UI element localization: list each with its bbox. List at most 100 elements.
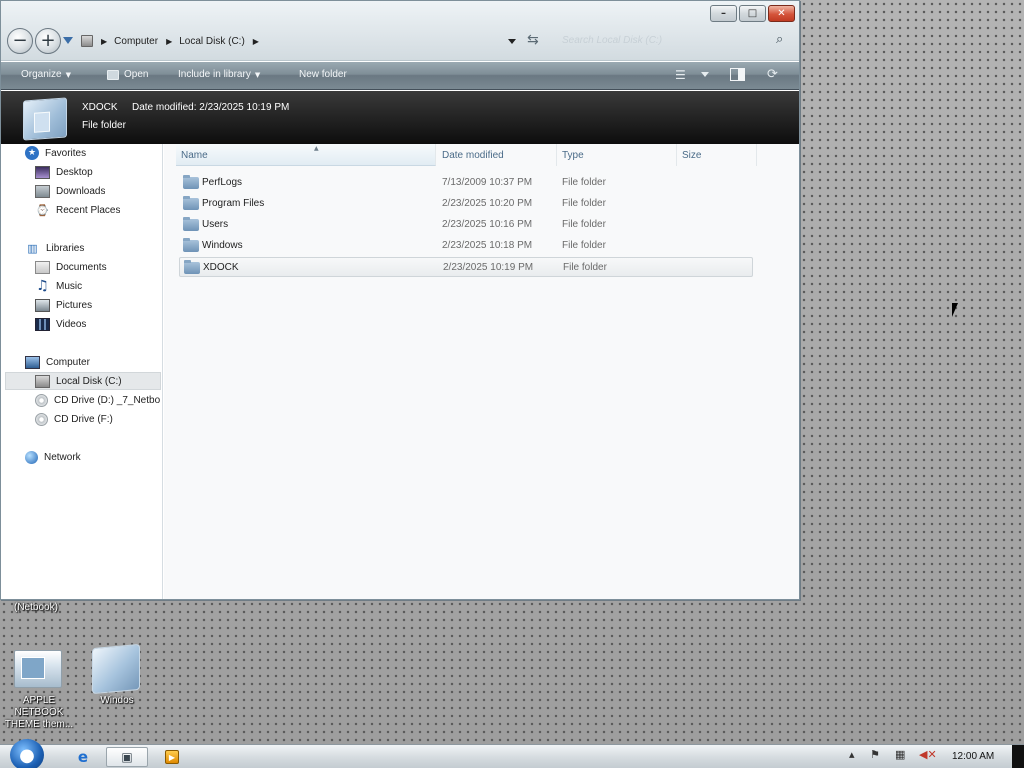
address-bar[interactable]: ▶ Computer ▶ Local Disk (C:) ▶ bbox=[79, 31, 529, 51]
start-button-apple-icon[interactable]: ● bbox=[10, 739, 44, 768]
address-dropdown-icon[interactable] bbox=[508, 39, 516, 44]
nav-label: Documents bbox=[56, 261, 107, 273]
title-bar: – □ ✕ − + ▶ Computer ▶ Local Disk (C:) ▶… bbox=[1, 1, 799, 61]
desktop-icon-label-theme[interactable]: APPLE NETBOOK THEME them... bbox=[0, 695, 78, 731]
nav-recent-places[interactable]: ⌚ Recent Places bbox=[35, 201, 121, 219]
column-header-name[interactable]: Name ▲ bbox=[176, 144, 436, 166]
file-row-windows[interactable]: Windows 2/23/2025 10:18 PM File folder bbox=[179, 236, 753, 256]
show-hidden-icons-icon[interactable]: ▴ bbox=[849, 748, 855, 761]
file-date: 7/13/2009 10:37 PM bbox=[442, 177, 533, 188]
desktop-icon-label-windos[interactable]: Windos bbox=[88, 695, 146, 707]
desktop-icon bbox=[35, 165, 50, 179]
drive-icon bbox=[81, 35, 93, 47]
folder-icon bbox=[183, 238, 199, 252]
folder-icon bbox=[183, 217, 199, 231]
search-input[interactable]: Search Local Disk (C:) bbox=[554, 30, 794, 52]
taskbar-explorer-button[interactable]: ▣ bbox=[106, 747, 148, 767]
file-type: File folder bbox=[563, 262, 607, 273]
nav-computer[interactable]: Computer bbox=[25, 353, 90, 371]
sort-ascending-icon: ▲ bbox=[314, 145, 319, 152]
file-type: File folder bbox=[562, 177, 606, 188]
clock[interactable]: 12:00 AM bbox=[952, 751, 994, 762]
media-player-icon[interactable]: ▶ bbox=[163, 747, 181, 767]
nav-music[interactable]: ♫ Music bbox=[35, 277, 82, 295]
cd-drive-icon bbox=[35, 393, 48, 407]
volume-muted-icon[interactable]: ◀✕ bbox=[919, 748, 937, 761]
file-row-program-files[interactable]: Program Files 2/23/2025 10:20 PM File fo… bbox=[179, 194, 753, 214]
organize-button[interactable]: Organize ▼ bbox=[21, 69, 71, 80]
views-icon[interactable]: ☰ bbox=[675, 68, 686, 82]
chevron-right-icon[interactable]: ▶ bbox=[166, 37, 172, 46]
taskbar: ● e ▣ ▶ ▴ ⚑ ▦ ◀✕ 12:00 AM bbox=[0, 739, 1024, 768]
nav-downloads[interactable]: Downloads bbox=[35, 182, 105, 200]
recent-pages-dropdown[interactable] bbox=[63, 37, 73, 44]
maximize-button[interactable]: □ bbox=[739, 5, 766, 22]
chevron-down-icon: ▼ bbox=[65, 70, 71, 79]
forward-button[interactable]: + bbox=[35, 28, 61, 54]
file-row-xdock[interactable]: XDOCK 2/23/2025 10:19 PM File folder bbox=[179, 257, 753, 277]
column-header-type[interactable]: Type bbox=[557, 144, 677, 166]
folder-icon[interactable] bbox=[92, 643, 140, 695]
column-label: Date modified bbox=[442, 150, 504, 161]
open-button[interactable]: Open bbox=[107, 69, 148, 80]
file-row-perflogs[interactable]: PerfLogs 7/13/2009 10:37 PM File folder bbox=[179, 173, 753, 193]
nav-cd-drive-f[interactable]: CD Drive (F:) bbox=[35, 410, 113, 428]
chevron-down-icon[interactable] bbox=[701, 72, 709, 77]
nav-label: Libraries bbox=[46, 242, 85, 254]
file-name: Program Files bbox=[202, 198, 265, 209]
hard-disk-icon bbox=[35, 374, 50, 388]
nav-network[interactable]: Network bbox=[25, 448, 81, 466]
file-date: 2/23/2025 10:16 PM bbox=[442, 219, 533, 230]
nav-cd-drive-d[interactable]: CD Drive (D:) _7_Netbo bbox=[35, 391, 162, 409]
refresh-icon[interactable]: ⇆ bbox=[527, 32, 539, 48]
help-icon[interactable]: ⟳ bbox=[767, 67, 778, 82]
nav-videos[interactable]: Videos bbox=[35, 315, 86, 333]
file-row-users[interactable]: Users 2/23/2025 10:16 PM File folder bbox=[179, 215, 753, 235]
nav-local-disk[interactable]: Local Disk (C:) bbox=[5, 372, 161, 390]
folder-thumbnail-icon bbox=[23, 97, 67, 141]
chevron-right-icon[interactable]: ▶ bbox=[253, 37, 259, 46]
search-icon[interactable]: ⌕ bbox=[776, 32, 783, 47]
camera-icon bbox=[35, 298, 50, 312]
internet-explorer-icon[interactable]: e bbox=[72, 747, 94, 767]
file-type: File folder bbox=[562, 198, 606, 209]
file-date: 2/23/2025 10:19 PM bbox=[443, 262, 534, 273]
details-type: File folder bbox=[82, 120, 126, 131]
include-in-library-label: Include in library bbox=[178, 69, 251, 80]
breadcrumb-computer[interactable]: Computer bbox=[114, 36, 158, 47]
show-desktop-button[interactable] bbox=[1012, 745, 1024, 768]
command-bar: Organize ▼ Open Include in library ▼ New… bbox=[1, 62, 799, 90]
close-button[interactable]: ✕ bbox=[768, 5, 795, 22]
computer-icon bbox=[25, 355, 40, 369]
nav-label: Local Disk (C:) bbox=[56, 375, 122, 387]
minimize-button[interactable]: – bbox=[710, 5, 737, 22]
chevron-right-icon[interactable]: ▶ bbox=[101, 37, 107, 46]
include-in-library-button[interactable]: Include in library ▼ bbox=[178, 69, 260, 80]
desktop-caption: (Netbook) bbox=[14, 602, 58, 613]
nav-favorites[interactable]: ★ Favorites bbox=[25, 144, 86, 162]
nav-label: Music bbox=[56, 280, 83, 292]
details-date-modified: Date modified: 2/23/2025 10:19 PM bbox=[132, 102, 290, 113]
details-name: XDOCK bbox=[82, 102, 118, 113]
action-center-flag-icon[interactable]: ⚑ bbox=[870, 748, 880, 761]
nav-pictures[interactable]: Pictures bbox=[35, 296, 92, 314]
file-name: XDOCK bbox=[203, 262, 239, 273]
downloads-icon bbox=[35, 184, 50, 198]
column-header-size[interactable]: Size bbox=[677, 144, 757, 166]
theme-file-icon[interactable] bbox=[14, 650, 62, 688]
nav-documents[interactable]: Documents bbox=[35, 258, 107, 276]
new-folder-button[interactable]: New folder bbox=[299, 69, 347, 80]
nav-desktop[interactable]: Desktop bbox=[35, 163, 93, 181]
explorer-window: – □ ✕ − + ▶ Computer ▶ Local Disk (C:) ▶… bbox=[0, 0, 800, 600]
breadcrumb-local-disk[interactable]: Local Disk (C:) bbox=[179, 36, 245, 47]
film-icon bbox=[35, 317, 50, 331]
column-header-date-modified[interactable]: Date modified bbox=[437, 144, 557, 166]
folder-icon bbox=[183, 196, 199, 210]
back-button[interactable]: − bbox=[7, 28, 33, 54]
nav-libraries[interactable]: ▥ Libraries bbox=[25, 239, 84, 257]
navigation-pane: ★ Favorites Desktop Downloads ⌚ Recent P… bbox=[1, 144, 163, 599]
network-tray-icon[interactable]: ▦ bbox=[895, 748, 905, 761]
preview-pane-icon[interactable] bbox=[730, 68, 745, 81]
open-label: Open bbox=[124, 69, 149, 80]
chevron-down-icon: ▼ bbox=[254, 70, 261, 79]
